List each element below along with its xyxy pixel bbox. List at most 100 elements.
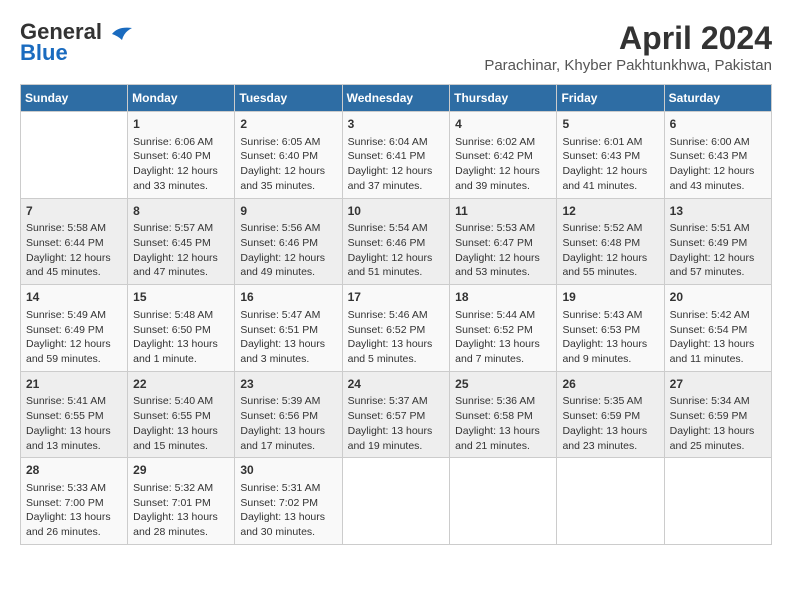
calendar-cell: 1Sunrise: 6:06 AMSunset: 6:40 PMDaylight… [128, 112, 235, 199]
calendar-cell: 26Sunrise: 5:35 AMSunset: 6:59 PMDayligh… [557, 371, 664, 458]
logo-bird-icon [110, 26, 132, 40]
day-info-line: Daylight: 13 hours [240, 510, 336, 525]
day-info-line: Sunset: 6:47 PM [455, 236, 551, 251]
day-info-line: Sunrise: 6:04 AM [348, 135, 445, 150]
calendar-cell: 28 Sunrise: 5:33 AMSunset: 7:00 PMDayligh… [21, 458, 128, 545]
day-info-line: Sunrise: 5:46 AM [348, 308, 445, 323]
day-number: 27 [670, 376, 766, 393]
day-number: 12 [562, 203, 658, 220]
day-info-line: and 7 minutes. [455, 352, 551, 367]
day-info-line: Sunset: 6:59 PM [670, 409, 766, 424]
day-info-line: Sunset: 6:56 PM [240, 409, 336, 424]
day-info-line: Sunset: 6:58 PM [455, 409, 551, 424]
day-number: 11 [455, 203, 551, 220]
day-number: 19 [562, 289, 658, 306]
calendar-cell: 27Sunrise: 5:34 AMSunset: 6:59 PMDayligh… [664, 371, 771, 458]
day-info-line: Sunset: 6:46 PM [348, 236, 445, 251]
day-info-line: and 47 minutes. [133, 265, 229, 280]
day-info-line: Daylight: 12 hours [240, 251, 336, 266]
day-info-line: Daylight: 12 hours [348, 251, 445, 266]
day-info-line: Daylight: 12 hours [562, 251, 658, 266]
calendar-cell: 20Sunrise: 5:42 AMSunset: 6:54 PMDayligh… [664, 285, 771, 372]
day-number: 14 [26, 289, 122, 306]
calendar-cell: 12Sunrise: 5:52 AMSunset: 6:48 PMDayligh… [557, 198, 664, 285]
day-info-line: Sunrise: 6:00 AM [670, 135, 766, 150]
day-info-line: Sunrise: 5:58 AM [26, 221, 122, 236]
header-row: SundayMondayTuesdayWednesdayThursdayFrid… [21, 85, 772, 112]
day-info-line: Daylight: 12 hours [348, 164, 445, 179]
day-number: 23 [240, 376, 336, 393]
day-number: 9 [240, 203, 336, 220]
day-info-line: Sunrise: 5:35 AM [562, 394, 658, 409]
calendar-cell: 19Sunrise: 5:43 AMSunset: 6:53 PMDayligh… [557, 285, 664, 372]
day-info-line: Sunrise: 6:02 AM [455, 135, 551, 150]
day-info-line: Daylight: 13 hours [348, 424, 445, 439]
day-info-line: Daylight: 13 hours [670, 337, 766, 352]
day-info-line: Sunrise: 5:53 AM [455, 221, 551, 236]
day-number: 6 [670, 116, 766, 133]
day-number: 4 [455, 116, 551, 133]
day-info-line: Daylight: 12 hours [562, 164, 658, 179]
calendar-cell [450, 458, 557, 545]
day-info-line: and 19 minutes. [348, 439, 445, 454]
calendar-cell: 17Sunrise: 5:46 AMSunset: 6:52 PMDayligh… [342, 285, 450, 372]
day-info-line: Daylight: 13 hours [562, 337, 658, 352]
day-info-line: Daylight: 13 hours [348, 337, 445, 352]
day-info-line: Sunset: 6:57 PM [348, 409, 445, 424]
day-info-line: Daylight: 12 hours [133, 251, 229, 266]
week-row-5: 28Sunrise: 5:33 AMSunset: 7:00 PMDayligh… [21, 458, 772, 545]
day-info-line: Sunset: 6:52 PM [455, 323, 551, 338]
day-info-line: Sunrise: 5:33 AM [26, 481, 122, 496]
day-info-line: and 45 minutes. [26, 265, 122, 280]
calendar-cell: 16Sunrise: 5:47 AMSunset: 6:51 PMDayligh… [235, 285, 342, 372]
day-info-line: and 49 minutes. [240, 265, 336, 280]
day-number: 16 [240, 289, 336, 306]
day-info-line: Sunset: 6:55 PM [26, 409, 122, 424]
day-info-line: Daylight: 13 hours [133, 510, 229, 525]
day-info-line: Sunset: 6:46 PM [240, 236, 336, 251]
week-row-3: 14Sunrise: 5:49 AMSunset: 6:49 PMDayligh… [21, 285, 772, 372]
day-info-line: Sunset: 7:02 PM [240, 496, 336, 511]
location-title: Parachinar, Khyber Pakhtunkhwa, Pakistan [484, 57, 772, 74]
day-info-line: Daylight: 13 hours [670, 424, 766, 439]
day-info-line: Sunset: 7:00 PM [26, 496, 122, 511]
day-info-line: Sunset: 6:59 PM [562, 409, 658, 424]
day-info-line: Daylight: 12 hours [455, 251, 551, 266]
day-info-line: Sunrise: 5:37 AM [348, 394, 445, 409]
day-info-line: and 59 minutes. [26, 352, 122, 367]
calendar-cell: 18Sunrise: 5:44 AMSunset: 6:52 PMDayligh… [450, 285, 557, 372]
day-info-line: Daylight: 12 hours [455, 164, 551, 179]
day-number: 28 [26, 462, 122, 479]
day-info-line: and 39 minutes. [455, 179, 551, 194]
day-info-line: Sunrise: 6:05 AM [240, 135, 336, 150]
day-info-line: and 28 minutes. [133, 525, 229, 540]
calendar-cell [342, 458, 450, 545]
day-info-line: Sunset: 6:55 PM [133, 409, 229, 424]
day-info-line: Sunset: 6:43 PM [670, 149, 766, 164]
day-info-line: Sunset: 6:50 PM [133, 323, 229, 338]
day-info-line: Sunrise: 5:49 AM [26, 308, 122, 323]
day-info-line: Daylight: 13 hours [133, 424, 229, 439]
day-number: 29 [133, 462, 229, 479]
day-info-line: Sunrise: 5:41 AM [26, 394, 122, 409]
day-info-line: Sunset: 6:51 PM [240, 323, 336, 338]
day-info-line: Daylight: 12 hours [240, 164, 336, 179]
calendar-cell: 7Sunrise: 5:58 AMSunset: 6:44 PMDaylight… [21, 198, 128, 285]
logo: General Blue [20, 20, 132, 66]
day-info-line: Sunset: 6:54 PM [670, 323, 766, 338]
day-info-line: Daylight: 12 hours [26, 337, 122, 352]
day-info-line: Daylight: 13 hours [26, 510, 122, 525]
day-number: 22 [133, 376, 229, 393]
day-info-line: and 13 minutes. [26, 439, 122, 454]
day-number: 15 [133, 289, 229, 306]
day-info-line: Daylight: 13 hours [455, 424, 551, 439]
calendar-cell: 3Sunrise: 6:04 AMSunset: 6:41 PMDaylight… [342, 112, 450, 199]
day-info-line: Daylight: 13 hours [455, 337, 551, 352]
day-info-line: and 35 minutes. [240, 179, 336, 194]
calendar-cell: 21Sunrise: 5:41 AMSunset: 6:55 PMDayligh… [21, 371, 128, 458]
day-info-line: and 25 minutes. [670, 439, 766, 454]
logo-blue-text: Blue [20, 40, 68, 66]
day-info-line: Daylight: 13 hours [133, 337, 229, 352]
day-number: 25 [455, 376, 551, 393]
col-header-monday: Monday [128, 85, 235, 112]
